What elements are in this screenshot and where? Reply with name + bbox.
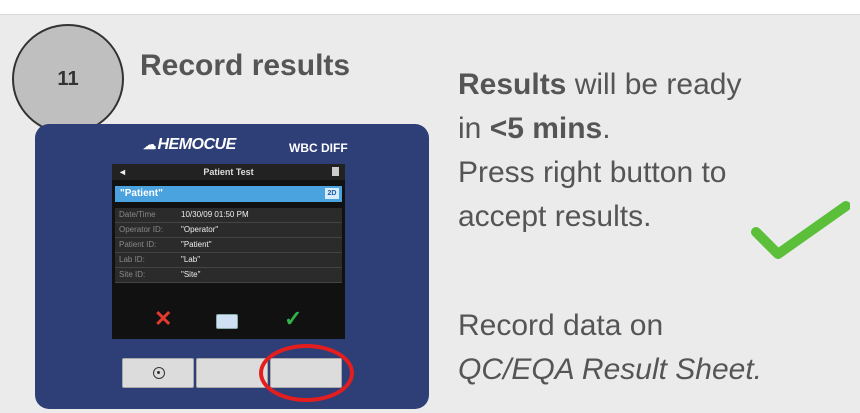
ready-text: will be ready	[566, 68, 742, 101]
list-item: Lab ID: "Lab"	[115, 253, 342, 268]
field-value: "Operator"	[181, 225, 219, 234]
period: .	[602, 112, 611, 145]
patient-name: "Patient"	[120, 188, 163, 199]
list-item: Patient ID: "Patient"	[115, 238, 342, 253]
selected-patient-row: "Patient" 2D	[115, 186, 342, 202]
top-border	[0, 0, 860, 15]
field-label: Site ID:	[119, 270, 146, 279]
back-arrow-icon: ◄	[118, 167, 127, 177]
list-item: Date/Time 10/30/09 01:50 PM	[115, 208, 342, 223]
step-number-badge: 11	[12, 24, 124, 134]
field-value: "Patient"	[181, 240, 212, 249]
middle-hardware-button[interactable]	[196, 358, 268, 388]
device-brand-logo: ☁ HEMOCUE	[143, 136, 236, 154]
result-fields: Date/Time 10/30/09 01:50 PM Operator ID: "…	[115, 208, 342, 283]
field-label: Operator ID:	[119, 225, 164, 234]
screen-title: Patient Test	[112, 164, 345, 180]
step-title: Record results	[140, 49, 351, 82]
time-bold: <5 mins	[489, 112, 603, 145]
left-hardware-button[interactable]	[122, 358, 194, 388]
highlight-circle	[259, 344, 354, 402]
field-label: Lab ID:	[119, 255, 145, 264]
device-screen: Patient Test ◄ "Patient" 2D Date/Time 10/…	[112, 164, 345, 339]
record-data-text: Record data on QC/EQA Result Sheet.	[458, 304, 762, 392]
list-item: Operator ID: "Operator"	[115, 223, 342, 238]
green-check-icon	[751, 201, 850, 259]
device-model: WBC DIFF	[289, 141, 348, 155]
hemocue-device: ☁ HEMOCUE WBC DIFF Patient Test ◄ "Patien…	[35, 124, 429, 409]
field-value: "Lab"	[181, 255, 201, 264]
result-sheet-name: QC/EQA Result Sheet.	[458, 353, 763, 386]
card-icon	[216, 314, 238, 329]
screen-action-bar: ✕ ✓	[112, 302, 345, 339]
press-button-text: Press right button to	[458, 156, 727, 189]
reject-x-icon: ✕	[154, 306, 173, 331]
brand-text: HEMOCUE	[157, 136, 237, 153]
in-text: in	[458, 112, 490, 145]
step-number: 11	[57, 67, 79, 90]
logo-swoosh-icon: ☁	[143, 137, 156, 152]
field-label: Patient ID:	[119, 240, 157, 249]
patient-badge: 2D	[325, 188, 339, 199]
record-line-1: Record data on	[458, 309, 664, 342]
accept-check-icon: ✓	[284, 306, 303, 331]
field-label: Date/Time	[119, 210, 156, 219]
battery-icon	[332, 167, 339, 176]
field-value: "Site"	[181, 270, 201, 279]
results-bold: Results	[458, 68, 567, 101]
list-item: Site ID: "Site"	[115, 268, 342, 283]
field-value: 10/30/09 01:50 PM	[181, 210, 249, 219]
power-dot-icon	[153, 367, 165, 379]
